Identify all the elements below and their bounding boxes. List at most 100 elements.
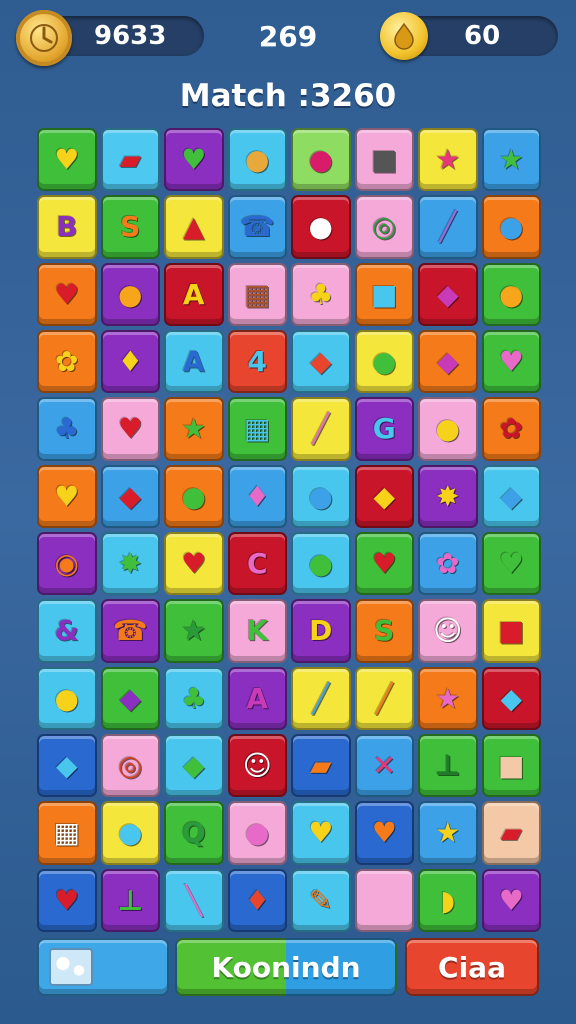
board-tile[interactable]: ♥ [37,868,97,932]
board-tile[interactable]: ◆ [37,733,97,798]
board-tile[interactable]: ★ [418,801,478,865]
board-tile[interactable]: ▦ [227,397,287,461]
board-tile[interactable]: ● [227,801,287,865]
board-tile[interactable]: ◗ [418,868,478,932]
board-tile[interactable]: ♣ [164,666,224,730]
board-tile[interactable]: ☺ [418,599,478,663]
board-tile[interactable]: ◆ [164,733,224,798]
right-action-button[interactable]: Ciaa [405,938,539,996]
board-tile[interactable]: ♣ [37,397,97,461]
board-tile[interactable]: 4 [227,329,287,394]
board-tile[interactable]: ● [100,262,160,326]
board-tile[interactable]: ■ [354,262,414,326]
board-tile[interactable]: ◆ [418,329,478,394]
board-tile[interactable]: A [164,329,224,394]
board-tile[interactable]: ╱ [291,397,351,461]
board-tile[interactable]: ★ [164,397,224,461]
board-tile[interactable]: ♦ [227,464,287,528]
board-tile[interactable]: ♥ [481,868,541,932]
board-tile[interactable]: ◆ [100,464,160,528]
board-tile[interactable]: ♥ [164,128,224,192]
board-tile[interactable]: ▦ [37,801,97,865]
board-tile[interactable]: ● [100,801,160,865]
board-tile[interactable]: ● [418,397,478,461]
board-tile[interactable]: ✿ [37,329,97,394]
board-tile[interactable]: ╲ [164,868,224,932]
board-tile[interactable]: ♦ [227,868,287,932]
board-tile[interactable]: ⊥ [418,733,478,798]
center-action-button[interactable]: Koonindn [175,938,397,996]
board-tile[interactable]: Q [164,801,224,865]
board-tile[interactable]: ✎ [291,868,351,932]
board-tile[interactable]: ♥ [481,531,541,596]
board-tile[interactable]: ★ [418,128,478,192]
board-tile[interactable]: ◎ [354,195,414,259]
board-tile[interactable]: ⊥ [100,868,160,932]
board-tile[interactable]: ♥ [354,801,414,865]
board-tile[interactable]: ◆ [291,329,351,394]
board-tile[interactable]: ✿ [418,531,478,596]
board-tile[interactable]: ★ [418,666,478,730]
board-tile[interactable]: ▰ [100,128,160,192]
board-tile[interactable] [354,868,414,932]
board-tile[interactable]: ● [291,531,351,596]
board-tile[interactable]: ✿ [481,397,541,461]
board-tile[interactable]: ▲ [164,195,224,259]
board-tile[interactable]: ● [164,464,224,528]
board-tile[interactable]: ♥ [354,531,414,596]
board-tile[interactable]: ★ [164,599,224,663]
board-tile[interactable]: ● [354,329,414,394]
board-tile[interactable]: D [291,599,351,663]
board-tile[interactable]: ☎ [100,599,160,663]
board-tile[interactable]: B [37,195,97,259]
board-tile[interactable]: ◆ [354,464,414,528]
board-tile[interactable]: ◉ [37,531,97,596]
board-tile[interactable]: ☎ [227,195,287,259]
board-tile[interactable]: ♥ [481,329,541,394]
board-tile[interactable]: ♦ [100,329,160,394]
board-tile[interactable]: ◆ [418,262,478,326]
board-tile[interactable]: ♣ [291,262,351,326]
board-tile[interactable]: ✸ [100,531,160,596]
board-tile[interactable]: S [100,195,160,259]
board-tile[interactable]: ♥ [37,262,97,326]
board-tile[interactable]: ♥ [164,531,224,596]
board-tile[interactable]: ✕ [354,733,414,798]
board-tile[interactable]: ● [481,195,541,259]
board-tile[interactable]: ♥ [37,464,97,528]
board-tile[interactable]: ▰ [481,801,541,865]
board-tile[interactable]: A [164,262,224,326]
board-tile[interactable]: ■ [481,599,541,663]
board-tile[interactable]: ● [291,128,351,192]
board-tile[interactable]: C [227,531,287,596]
board-tile[interactable]: ♥ [37,128,97,192]
board-tile[interactable]: ♥ [291,801,351,865]
board-tile[interactable]: ■ [354,128,414,192]
board-tile[interactable]: ╱ [291,666,351,730]
hint-button[interactable] [37,938,169,996]
board-tile[interactable]: ◎ [100,733,160,798]
board-tile[interactable]: ● [227,128,287,192]
board-tile[interactable]: & [37,599,97,663]
board-tile[interactable]: ★ [481,128,541,192]
board-tile[interactable]: ▦ [227,262,287,326]
board-tile[interactable]: ╱ [418,195,478,259]
board-tile[interactable]: S [354,599,414,663]
tile-symbol-icon: ♥ [371,816,397,850]
board-tile[interactable]: ╱ [354,666,414,730]
board-tile[interactable]: ♥ [100,397,160,461]
board-tile[interactable]: ● [291,464,351,528]
board-tile[interactable]: ■ [481,733,541,798]
board-tile[interactable]: ● [37,666,97,730]
board-tile[interactable]: K [227,599,287,663]
board-tile[interactable]: G [354,397,414,461]
board-tile[interactable]: ◆ [481,464,541,528]
board-tile[interactable]: ▰ [291,733,351,798]
board-tile[interactable]: ◆ [100,666,160,730]
board-tile[interactable]: ✸ [418,464,478,528]
board-tile[interactable]: ☺ [227,733,287,798]
board-tile[interactable]: ◆ [481,666,541,730]
board-tile[interactable]: ● [481,262,541,326]
board-tile[interactable]: A [227,666,287,730]
board-tile[interactable]: ● [291,195,351,259]
